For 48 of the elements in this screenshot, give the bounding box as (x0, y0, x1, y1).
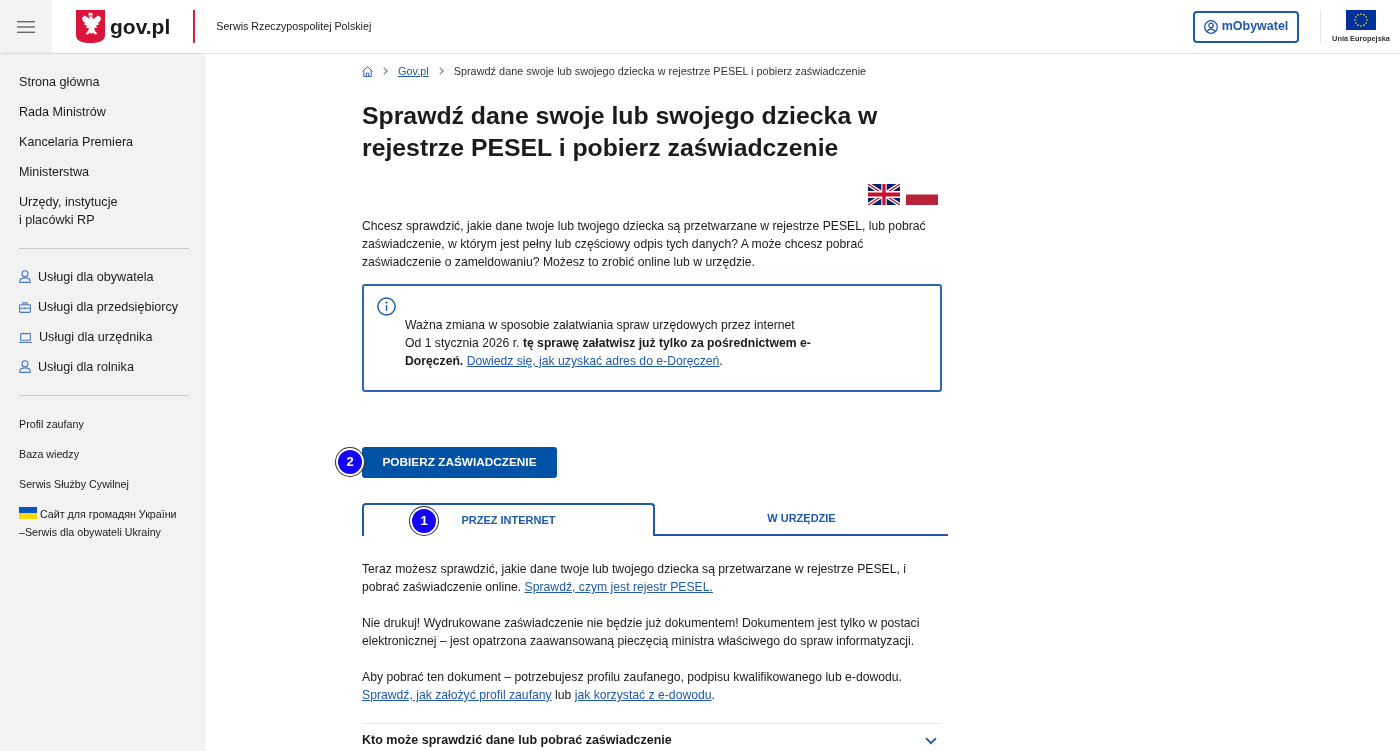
sidebar-link[interactable]: Profil zaufany (19, 409, 189, 439)
account-button[interactable]: mObywatel (1193, 10, 1299, 43)
sidebar-link[interactable]: Strona główna (19, 67, 189, 97)
step-marker: 1 (410, 507, 438, 535)
sidebar-link[interactable]: Rada Ministrów (19, 97, 189, 127)
british-flag-icon[interactable] (868, 184, 900, 205)
sidebar-link[interactable]: Ministerstwa (19, 157, 189, 187)
notice-text: Od 1 stycznia 2026 r. tę sprawę załatwisz już tylko za pośrednictwem e-Doręczeń. Dowiedz się, jak uzyskać adres do e-Doręczeń. (405, 335, 812, 370)
sidebar-link[interactable]: Usługi dla rolnika (19, 352, 189, 382)
user-icon (1203, 19, 1218, 34)
text-link[interactable]: Sprawdź, jak założyć profil zaufany (362, 688, 552, 702)
home-icon[interactable] (362, 65, 373, 77)
laptop-icon (19, 333, 32, 343)
user-icon (19, 360, 31, 373)
body-text: Aby pobrać ten dokument – potrzebujesz profilu zaufanego, podpisu kwalifikowanego lub e-dowodu. Sprawdź, jak założyć profil zaufany lub jak korzystać z e-dowodu. (362, 669, 903, 704)
sidebar-link[interactable]: Serwis Służby Cywilnej (19, 469, 189, 499)
sidebar-link[interactable]: Сайт для громадян України –Serwis dla obywateli Ukrainy (19, 499, 189, 547)
sidebar-link[interactable]: Baza wiedzy (19, 439, 189, 469)
body-text: Nie drukuj! Wydrukowane zaświadczenie nie będzie już dokumentem! Dokumentem jest tylko w postaci elektronicznej – jest opatrzona zaawansowaną pieczęcią ministra właściwego do spraw informatyzacji. (362, 615, 921, 650)
briefcase-icon (19, 302, 31, 313)
menu-icon (17, 20, 35, 33)
breadcrumb-current: Sprawdź dane swoje lub swojego dziecka w rejestrze PESEL i pobierz zaświadczenie (453, 64, 867, 79)
chevron-right-icon (383, 67, 388, 75)
sidebar-link[interactable]: Usługi dla urzędnika (19, 322, 189, 352)
breadcrumb-link[interactable]: Gov.pl (398, 62, 429, 80)
sidebar-link[interactable]: Usługi dla przedsiębiorcy (19, 292, 189, 322)
chevron-right-icon (438, 67, 444, 75)
chevron-down-icon (925, 736, 937, 745)
intro-text: Chcesz sprawdzić, jakie dane twoje lub twojego dziecka są przetwarzane w rejestrze PESEL, lub pobrać zaświadczenie, w którym jest pełny lub częściowy odpis tych danych? A może chcesz pobrać zaświadczenie o zameldowaniu? Możesz to zrobić online lub w urzędzie. (362, 218, 927, 271)
logo-link[interactable]: gov.pl (76, 10, 171, 43)
user-icon (19, 270, 31, 283)
page-title: Sprawdź dane swoje lub swojego dziecka w rejestrze PESEL i pobierz zaświadczenie (362, 101, 879, 163)
notice-heading: Ważna zmiana w sposobie załatwiania spraw urzędowych przez internet (405, 317, 796, 334)
body-text: Teraz możesz sprawdzić, jakie dane twoje lub twojego dziecka są przetwarzane w rejestrze PESEL, i pobrać zaświadczenie online. Sprawdź, czym jest rejestr PESEL. (362, 561, 907, 596)
eagle-shield-icon (76, 10, 105, 43)
sidebar-link[interactable]: Kancelaria Premiera (19, 127, 189, 157)
european-flag-icon (1346, 10, 1376, 30)
sidebar-link[interactable]: Urzędy, instytucje i placówki RP (19, 187, 189, 235)
info-icon (377, 297, 396, 316)
step-marker: 2 (336, 448, 364, 476)
sidebar-link[interactable]: Usługi dla obywatela (19, 262, 189, 292)
ukrainian-flag-icon (19, 507, 37, 519)
site-tagline: Serwis Rzeczypospolitej Polskiej (216, 19, 372, 35)
menu-button[interactable] (0, 0, 52, 53)
download-button[interactable]: POBIERZ ZAŚWIADCZENIE (362, 447, 557, 478)
text-link[interactable]: jak korzystać z e-dowodu (574, 688, 712, 702)
accordion-toggle[interactable]: Kto może sprawdzić dane lub pobrać zaświadczenie (362, 724, 942, 749)
text-link[interactable]: Sprawdź, czym jest rejestr PESEL. (524, 580, 713, 594)
